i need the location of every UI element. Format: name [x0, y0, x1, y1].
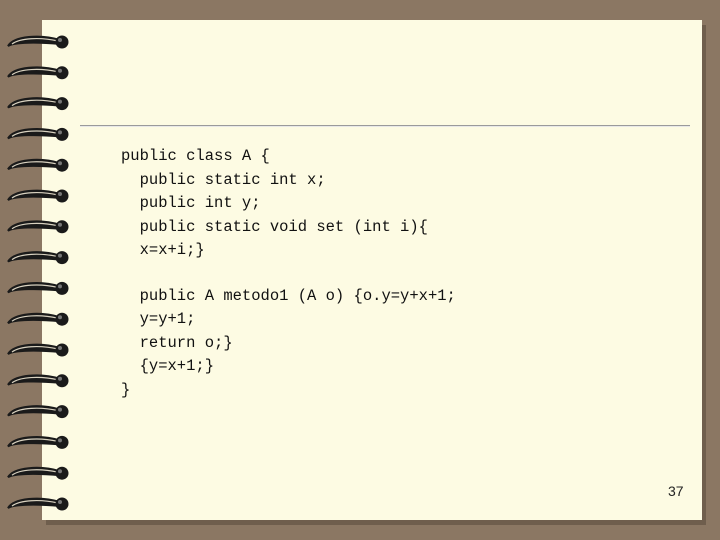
spiral-ring	[7, 189, 69, 203]
spiral-ring	[7, 281, 69, 295]
code-line: x=x+i;}	[121, 241, 205, 259]
spiral-ring	[7, 497, 69, 511]
code-line: public int y;	[121, 194, 261, 212]
code-line: {y=x+1;}	[121, 357, 215, 375]
code-gap	[121, 263, 456, 285]
code-block: public class A { public static int x; pu…	[121, 145, 456, 402]
spiral-ring	[7, 343, 69, 357]
header-divider	[80, 125, 690, 127]
code-line: }	[121, 380, 131, 399]
spiral-ring	[7, 127, 69, 141]
spiral-ring	[7, 158, 69, 172]
spiral-ring	[7, 374, 69, 388]
spiral-ring	[7, 220, 69, 234]
spiral-ring	[7, 66, 69, 80]
code-line: public class A {	[121, 147, 270, 165]
spiral-ring	[7, 466, 69, 480]
spiral-ring	[7, 405, 69, 419]
code-line: y=y+1;	[121, 310, 196, 328]
spiral-ring	[7, 435, 69, 449]
spiral-binding	[7, 35, 69, 511]
code-line: public A metodo1 (A o) {o.y=y+x+1;	[121, 286, 456, 305]
spiral-ring	[7, 97, 69, 111]
code-line: public static void set (int i){	[121, 217, 428, 236]
spiral-ring	[7, 251, 69, 265]
code-line: return o;}	[121, 333, 233, 352]
code-line: public static int x;	[121, 170, 326, 189]
spiral-ring	[7, 312, 69, 326]
page-number: 37	[668, 483, 684, 499]
spiral-ring	[7, 35, 69, 49]
